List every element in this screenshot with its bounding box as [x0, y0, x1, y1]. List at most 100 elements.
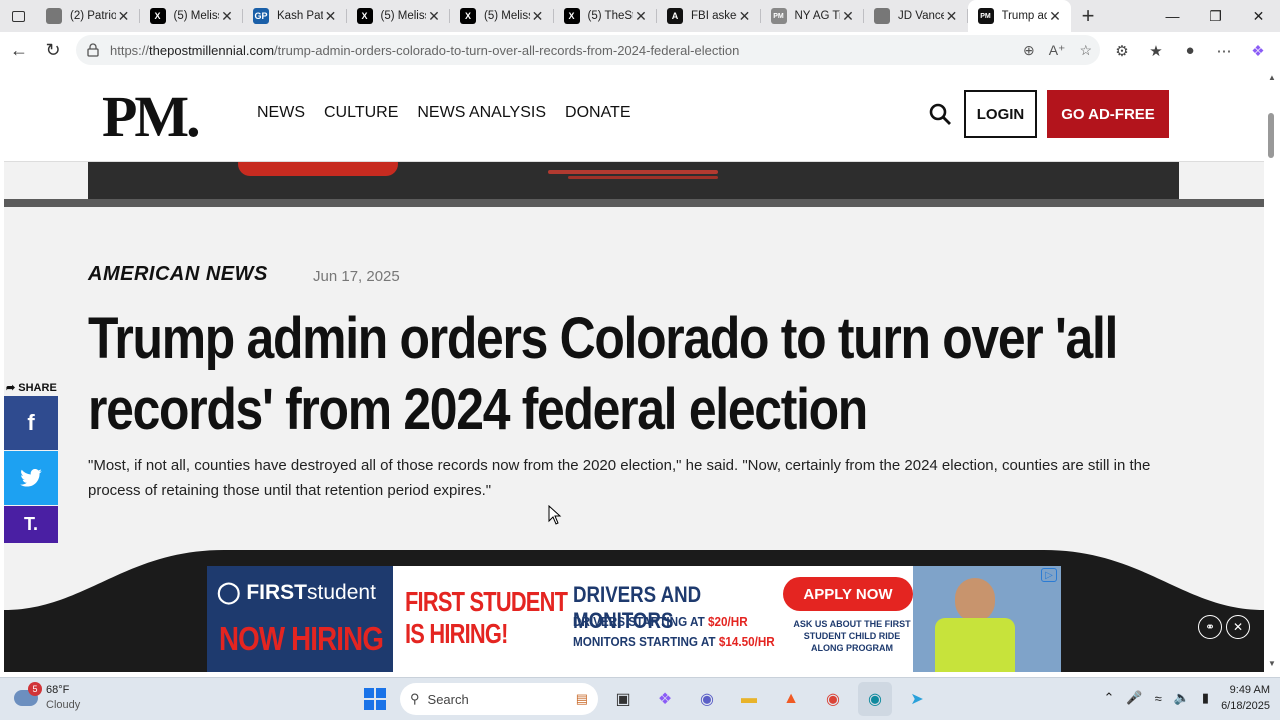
edge-icon[interactable]: ◉	[858, 682, 892, 716]
tab-title: (5) Melissa	[173, 10, 220, 22]
url-text: https://thepostmillennial.com/trump-admi…	[110, 42, 740, 58]
tab-title: Kash Patel	[277, 10, 323, 22]
microphone-icon[interactable]: 🎤	[1126, 690, 1142, 706]
taskbar-search-label: Search	[427, 691, 469, 707]
scroll-up-icon[interactable]: ▲	[1268, 73, 1276, 82]
tab-title: (2) Patriot	[70, 10, 116, 22]
nav-news-analysis[interactable]: NEWS ANALYSIS	[417, 104, 546, 122]
ad-monitors-rate: MONITORS STARTING AT $14.50/HR	[573, 634, 775, 649]
hero-image	[88, 162, 1179, 199]
file-explorer-icon[interactable]: ▬	[732, 682, 766, 716]
ad-apply-now-button[interactable]: APPLY NOW	[783, 577, 913, 611]
profile-avatar[interactable]: ●	[1178, 42, 1202, 59]
back-button[interactable]: ←	[2, 34, 36, 68]
close-tab-icon[interactable]: ✕	[219, 8, 235, 25]
tab-actions-menu[interactable]	[0, 0, 36, 32]
browser-tab[interactable]: X (5) Melissa✕	[450, 0, 554, 32]
taskbar-search[interactable]: ⚲ Search ▤	[400, 683, 598, 715]
grey-g-icon	[46, 8, 62, 24]
close-tab-icon[interactable]: ✕	[633, 8, 649, 25]
close-tab-icon[interactable]: ✕	[840, 8, 856, 25]
copilot-icon[interactable]: ❖	[1246, 42, 1270, 60]
close-tab-icon[interactable]: ✕	[426, 8, 442, 25]
favorite-star-icon[interactable]: ☆	[1079, 42, 1092, 59]
ad-feedback-icon[interactable]: ⚭	[1198, 615, 1222, 639]
chrome-icon[interactable]: ◉	[816, 682, 850, 716]
address-bar[interactable]: https://thepostmillennial.com/trump-admi…	[76, 35, 1100, 65]
grey-g-icon	[874, 8, 890, 24]
read-aloud-icon[interactable]: A⁺	[1049, 42, 1066, 59]
browser-tab[interactable]: X (5) TheSt ✕	[554, 0, 658, 32]
wifi-icon[interactable]: ≈	[1155, 691, 1162, 706]
volume-muted-icon[interactable]: 🔈	[1174, 690, 1190, 706]
copilot-app-icon[interactable]: ❖	[648, 682, 682, 716]
search-icon[interactable]	[928, 102, 952, 126]
close-tab-icon[interactable]: ✕	[323, 8, 339, 25]
minimize-button[interactable]: —	[1151, 0, 1194, 32]
favorites-icon[interactable]: ★	[1144, 42, 1168, 60]
zoom-icon[interactable]: ⊕	[1023, 42, 1035, 59]
browser-tab[interactable]: A FBI asked✕	[657, 0, 761, 32]
close-tab-icon[interactable]: ✕	[1047, 8, 1063, 25]
hero-graphic	[238, 162, 398, 176]
clock-date: 6/18/2025	[1221, 700, 1270, 712]
x-logo-icon: X	[460, 8, 476, 24]
clock[interactable]: 9:49 AM 6/18/2025	[1221, 682, 1270, 714]
scroll-down-icon[interactable]: ▼	[1268, 659, 1276, 668]
login-button[interactable]: LOGIN	[964, 90, 1037, 138]
close-tab-icon[interactable]: ✕	[530, 8, 546, 25]
advertisement-banner[interactable]: ◯ FIRSTstudent NOW HIRING FIRST STUDENT …	[207, 566, 1061, 672]
share-twitter-button[interactable]	[4, 451, 58, 505]
show-hidden-icons[interactable]: ⌃	[1103, 690, 1114, 706]
hero-graphic	[548, 170, 718, 174]
ad-headline-line2: IS HIRING!	[405, 618, 508, 649]
scroll-thumb[interactable]	[1268, 113, 1274, 158]
browser-tab[interactable]: (2) Patriot ✕	[36, 0, 140, 32]
teams-icon[interactable]: ◉	[690, 682, 724, 716]
close-tab-icon[interactable]: ✕	[737, 8, 753, 25]
share-facebook-button[interactable]: f	[4, 396, 58, 450]
nav-culture[interactable]: CULTURE	[324, 104, 398, 122]
start-button[interactable]	[358, 682, 392, 716]
extensions-icon[interactable]: ⚙	[1110, 42, 1134, 60]
ad-brand-panel: ◯ FIRSTstudent NOW HIRING	[207, 566, 393, 672]
browser-tab[interactable]: PM Trump ad ✕	[967, 0, 1071, 32]
share-label: ➦ SHARE	[6, 382, 57, 394]
browser-tab[interactable]: X (5) Melissa✕	[347, 0, 451, 32]
close-tab-icon[interactable]: ✕	[116, 8, 132, 25]
telegram-icon[interactable]: ➤	[900, 682, 934, 716]
tab-title: Trump ad	[1001, 10, 1048, 22]
ad-choices-icon[interactable]: ▷	[1041, 568, 1057, 582]
go-ad-free-button[interactable]: GO AD-FREE	[1047, 90, 1169, 138]
battery-icon[interactable]: ▮	[1202, 690, 1209, 706]
maximize-button[interactable]: ❐	[1194, 0, 1237, 32]
new-tab-button[interactable]: +	[1071, 0, 1105, 32]
close-window-button[interactable]: ✕	[1237, 0, 1280, 32]
browser-tab[interactable]: GP Kash Patel✕	[243, 0, 347, 32]
article-date: Jun 17, 2025	[313, 268, 400, 285]
share-truth-social-button[interactable]: T.	[4, 506, 58, 543]
brave-browser-icon[interactable]: ▲	[774, 682, 808, 716]
browser-tab[interactable]: X (5) Melissa✕	[140, 0, 244, 32]
refresh-button[interactable]: ↻	[36, 34, 70, 68]
close-tab-icon[interactable]: ✕	[944, 8, 960, 25]
task-view-icon[interactable]: ▣	[606, 682, 640, 716]
article-category[interactable]: AMERICAN NEWS	[88, 263, 268, 286]
nav-donate[interactable]: DONATE	[565, 104, 630, 122]
browser-tab[interactable]: JD Vance ✕	[864, 0, 968, 32]
more-menu-icon[interactable]: ⋯	[1212, 42, 1236, 60]
system-tray: ⌃ 🎤 ≈ 🔈 ▮ 9:49 AM 6/18/2025	[1103, 682, 1270, 714]
circle-a-icon: A	[667, 8, 683, 24]
ad-roles: DRIVERS AND MONITORS DRIVERS STARTING AT…	[573, 566, 775, 672]
weather-temp: 68°F	[46, 684, 70, 696]
page-scrollbar[interactable]: ▲ ▼	[1264, 69, 1280, 672]
site-logo[interactable]: PM.	[102, 83, 201, 150]
windows-logo-icon	[364, 688, 386, 710]
browser-tab[interactable]: PM NY AG Ti ✕	[761, 0, 865, 32]
weather-widget[interactable]: 5 68°F Cloudy	[14, 682, 80, 713]
x-logo-icon: X	[356, 8, 373, 24]
close-ad-icon[interactable]: ✕	[1226, 615, 1250, 639]
nav-news[interactable]: NEWS	[257, 104, 305, 122]
taskbar-apps: ⚲ Search ▤ ▣ ❖ ◉ ▬ ▲ ◉ ◉ ➤	[358, 682, 934, 716]
web-page: PM. NEWS CULTURE NEWS ANALYSIS DONATE LO…	[4, 69, 1264, 672]
